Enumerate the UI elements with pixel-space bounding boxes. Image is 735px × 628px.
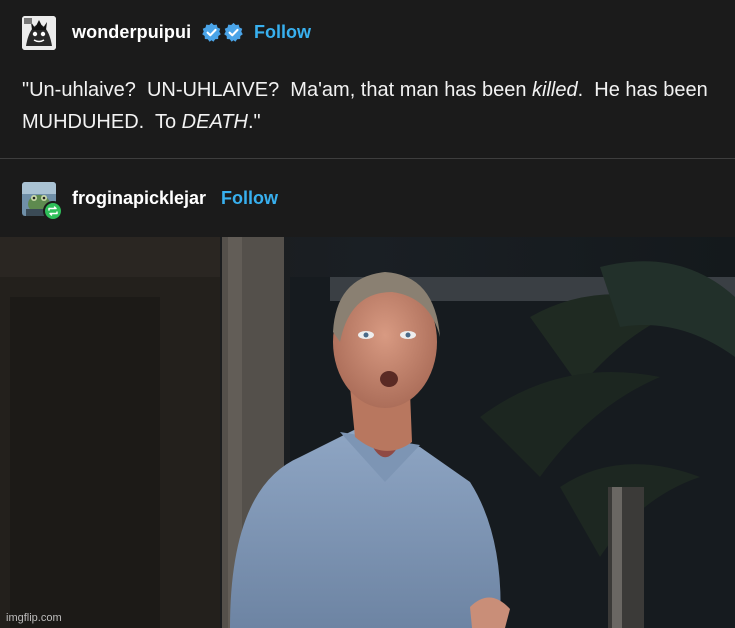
reblog-username[interactable]: froginapicklejar bbox=[72, 188, 206, 209]
post-text-italic-killed: killed bbox=[532, 79, 578, 101]
original-post-header: wonderpuipui Follow bbox=[0, 0, 735, 66]
wonderpuipui-avatar[interactable] bbox=[22, 16, 56, 50]
post-body-text: "Un-uhlaive? UN-UHLAIVE? Ma'am, that man… bbox=[22, 74, 712, 138]
reblog-header: froginapicklejar Follow bbox=[0, 166, 735, 232]
post-text-italic-death: DEATH bbox=[181, 111, 248, 133]
post-username[interactable]: wonderpuipui bbox=[72, 22, 191, 43]
post-divider bbox=[0, 158, 735, 159]
reaction-photo-illustration bbox=[0, 237, 735, 628]
reblog-follow-button[interactable]: Follow bbox=[221, 188, 278, 209]
reaction-photo: imgflip.com bbox=[0, 237, 735, 628]
verified-badges bbox=[201, 22, 244, 43]
follow-button[interactable]: Follow bbox=[254, 22, 311, 43]
verified-badge-icon bbox=[224, 22, 243, 42]
imgflip-watermark: imgflip.com bbox=[6, 612, 62, 624]
post-text-segment: "Un-uhlaive? UN-UHLAIVE? Ma'am, that man… bbox=[22, 79, 533, 101]
verified-badge-icon bbox=[202, 22, 221, 42]
post-text-segment: ." bbox=[247, 111, 261, 133]
reblog-icon bbox=[43, 201, 63, 221]
